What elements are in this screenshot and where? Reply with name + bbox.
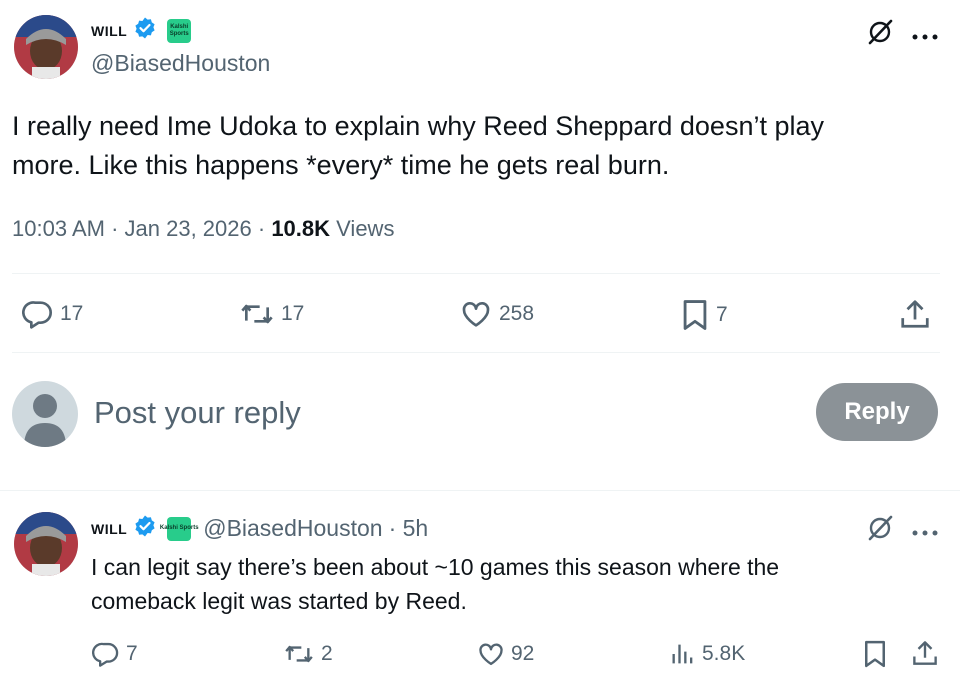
affiliate-badge[interactable]: Kalshi Sports xyxy=(167,18,192,43)
divider xyxy=(12,352,940,353)
reply-author-handle[interactable]: @BiasedHouston xyxy=(203,515,382,542)
author-avatar[interactable] xyxy=(14,15,78,79)
post-date[interactable]: Jan 23, 2026 xyxy=(125,216,252,242)
grok-icon[interactable] xyxy=(866,514,894,547)
grok-icon[interactable] xyxy=(866,18,894,51)
repost-icon xyxy=(241,304,273,324)
post-text-line-1: I really need Ime Udoka to explain why R… xyxy=(12,111,824,141)
reply-repost-action[interactable]: 2 xyxy=(283,640,333,668)
separator-dot: · xyxy=(104,216,125,241)
reply-views-action[interactable]: 5.8K xyxy=(670,640,745,668)
reply-like-count: 92 xyxy=(511,642,535,665)
author-handle[interactable]: @BiasedHouston xyxy=(91,50,270,77)
views-label: Views xyxy=(336,216,395,241)
like-count: 258 xyxy=(499,302,535,325)
bookmark-action[interactable]: 7 xyxy=(680,298,728,332)
reply-reply-count: 7 xyxy=(126,642,138,665)
reply-author-avatar[interactable] xyxy=(14,512,78,576)
own-avatar[interactable] xyxy=(12,381,78,447)
bookmark-icon[interactable] xyxy=(862,639,888,674)
post-time[interactable]: 10:03 AM xyxy=(12,216,105,242)
like-action[interactable]: 258 xyxy=(459,298,534,330)
more-icon[interactable] xyxy=(912,524,938,542)
verified-badge-icon xyxy=(133,16,157,45)
reply-count: 17 xyxy=(60,302,84,325)
share-icon[interactable] xyxy=(900,297,930,336)
reply-text-line-1: I can legit say there’s been about ~10 g… xyxy=(91,554,780,580)
more-icon[interactable] xyxy=(912,28,938,46)
views-icon xyxy=(672,644,693,664)
repost-icon xyxy=(285,645,313,663)
reply-input[interactable] xyxy=(94,393,694,433)
author-name[interactable]: WILL xyxy=(91,23,127,39)
reply-repost-count: 2 xyxy=(321,642,333,665)
reply-icon xyxy=(22,301,52,329)
reply-reply-action[interactable]: 7 xyxy=(92,640,138,668)
reply-icon xyxy=(92,642,119,667)
verified-badge-icon xyxy=(133,514,157,543)
like-icon xyxy=(462,302,490,327)
affiliate-badge[interactable]: Kalshi Sports xyxy=(160,516,199,541)
like-icon xyxy=(479,643,503,666)
separator-dot: · xyxy=(251,216,272,241)
share-icon[interactable] xyxy=(912,638,938,673)
reply-age[interactable]: · 5h xyxy=(389,515,429,542)
reply-text-line-2: comeback legit was started by Reed. xyxy=(91,588,467,614)
bookmark-count: 7 xyxy=(716,303,728,326)
reply-views-count: 5.8K xyxy=(702,642,746,665)
reply-button[interactable]: Reply xyxy=(816,383,938,441)
views-count: 10.8K xyxy=(271,216,331,241)
post-text-line-2: more. Like this happens *every* time he … xyxy=(12,150,670,180)
bookmark-icon xyxy=(683,300,707,330)
section-separator xyxy=(0,490,960,491)
reply-author-name[interactable]: WILL xyxy=(91,521,127,537)
reply-action[interactable]: 17 xyxy=(22,298,83,330)
divider xyxy=(12,273,940,274)
reply-like-action[interactable]: 92 xyxy=(477,640,534,668)
repost-count: 17 xyxy=(281,302,305,325)
repost-action[interactable]: 17 xyxy=(239,298,304,330)
